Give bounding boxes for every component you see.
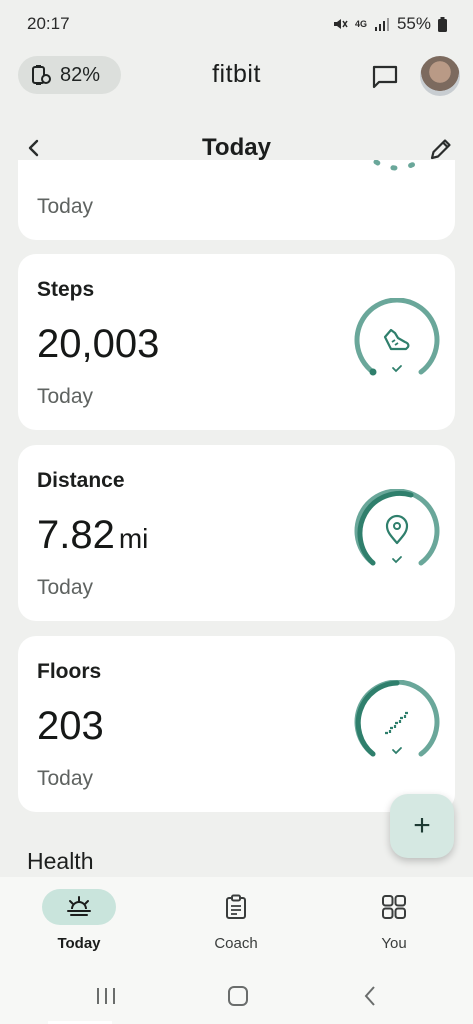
network-type: 4G [354,19,367,29]
status-icons: 4G 55% [332,14,447,34]
page-title: Today [202,134,271,161]
nav-item-coach[interactable]: Coach [181,889,291,961]
nav-label-today: Today [57,935,101,952]
floors-label: Floors [37,660,102,683]
clipboard-icon [226,894,246,919]
distance-value: 7.82 [37,513,115,557]
sunrise-icon [67,896,91,916]
recent-apps-icon [97,988,115,1004]
steps-card[interactable]: Steps 20,003 Today [18,254,455,430]
shoe-icon [383,328,410,351]
plus-icon: + [413,809,431,842]
floors-subtitle: Today [37,767,94,790]
recent-apps-button[interactable] [93,983,119,1009]
app-title: fitbit [212,60,261,88]
mute-icon [333,19,348,29]
edit-button[interactable] [428,136,454,162]
steps-label: Steps [37,278,95,301]
distance-card[interactable]: Distance 7.82 mi Today [18,445,455,621]
distance-label: Distance [37,469,125,492]
floors-value: 203 [37,704,104,748]
floors-card[interactable]: Floors 203 Today [18,636,455,812]
grid-icon [382,895,406,919]
partial-stat-card[interactable]: Today [18,160,455,240]
nav-item-you[interactable]: You [339,889,449,961]
system-navigation [0,969,473,1024]
home-button[interactable] [225,983,251,1009]
stairs-icon [385,711,409,735]
nav-label-you: You [381,935,407,952]
pencil-icon [430,139,451,160]
system-back-button[interactable] [358,983,384,1009]
partial-ring-arc [373,160,421,171]
bottom-navigation: Today Coach You [0,877,473,969]
steps-progress-ring [354,298,440,376]
distance-value-line: 7.82 mi [37,513,148,558]
distance-subtitle: Today [37,576,94,599]
section-title-health: Health [27,848,94,874]
status-time: 20:17 [27,14,70,33]
app-header: 82% fitbit [0,50,473,102]
back-arrow-icon [364,986,375,1006]
steps-subtitle: Today [37,385,94,408]
nav-label-coach: Coach [214,935,258,952]
card-subtitle: Today [37,195,94,218]
nav-icon-today-wrap [42,889,116,925]
signal-icon [374,18,389,31]
profile-avatar[interactable] [420,56,460,96]
distance-unit: mi [118,523,149,554]
nav-icon-coach-wrap [199,889,273,925]
distance-progress-ring [354,489,440,566]
floors-progress-ring [354,680,440,757]
steps-value: 20,003 [37,322,160,366]
battery-percent: 55% [396,14,431,33]
home-icon [228,986,248,1006]
nav-icon-you-wrap [357,889,431,925]
nav-item-today[interactable]: Today [24,889,134,961]
chat-icon [372,65,398,89]
chat-button[interactable] [370,62,400,92]
status-bar: 20:17 4G 55% [0,0,473,48]
add-button[interactable]: + [390,794,454,858]
location-pin-icon [385,514,409,545]
battery-icon [438,16,447,32]
